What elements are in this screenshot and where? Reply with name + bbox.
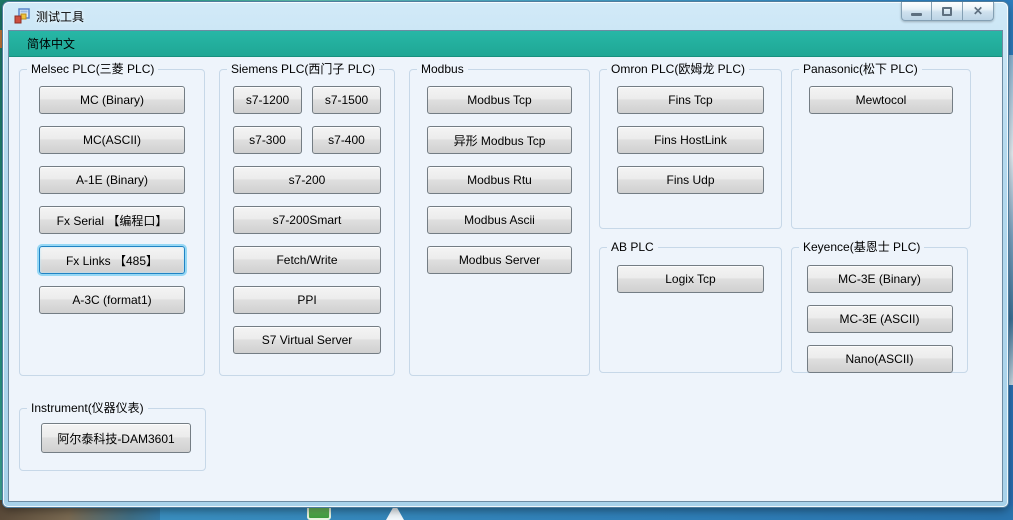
client-area: Melsec PLC(三菱 PLC) MC (Binary) MC(ASCII)… <box>9 57 1002 501</box>
group-panasonic-plc: Panasonic(松下 PLC) Mewtocol <box>791 62 971 229</box>
group-content: s7-1200 s7-1500 s7-300 s7-400 s7-200 s7-… <box>219 69 395 376</box>
group-content: 阿尔泰科技-DAM3601 <box>19 408 206 471</box>
button-modbus-rtu[interactable]: Modbus Rtu <box>427 166 572 194</box>
group-content: Modbus Tcp 异形 Modbus Tcp Modbus Rtu Modb… <box>409 69 590 376</box>
menu-bar: 简体中文 <box>9 31 1002 57</box>
group-title-panasonic: Panasonic(松下 PLC) <box>799 62 922 76</box>
button-fins-hostlink[interactable]: Fins HostLink <box>617 126 764 154</box>
caption-buttons: ✕ <box>901 2 994 21</box>
group-content: MC-3E (Binary) MC-3E (ASCII) Nano(ASCII) <box>791 247 968 373</box>
winform-app-icon <box>14 8 30 24</box>
window-body: 简体中文 Melsec PLC(三菱 PLC) MC (Binary) MC(A… <box>8 30 1003 502</box>
group-content: MC (Binary) MC(ASCII) A-1E (Binary) Fx S… <box>19 69 205 376</box>
button-fins-tcp[interactable]: Fins Tcp <box>617 86 764 114</box>
group-title-modbus: Modbus <box>417 62 468 76</box>
group-siemens-plc: Siemens PLC(西门子 PLC) s7-1200 s7-1500 s7-… <box>219 62 395 376</box>
group-title-siemens: Siemens PLC(西门子 PLC) <box>227 62 379 76</box>
group-ab-plc: AB PLC Logix Tcp <box>599 240 782 373</box>
button-a1e-binary[interactable]: A-1E (Binary) <box>39 166 185 194</box>
button-row: s7-300 s7-400 <box>233 126 381 154</box>
button-mc3e-binary[interactable]: MC-3E (Binary) <box>807 265 953 293</box>
button-fx-serial[interactable]: Fx Serial 【编程口】 <box>39 206 185 234</box>
button-nano-ascii[interactable]: Nano(ASCII) <box>807 345 953 373</box>
button-fx-links[interactable]: Fx Links 【485】 <box>39 246 185 274</box>
group-content: Mewtocol <box>791 69 971 229</box>
wallpaper-sea <box>160 506 1013 520</box>
group-modbus: Modbus Modbus Tcp 异形 Modbus Tcp Modbus R… <box>409 62 590 376</box>
group-content: Fins Tcp Fins HostLink Fins Udp <box>599 69 782 229</box>
button-s7-200[interactable]: s7-200 <box>233 166 381 194</box>
group-omron-plc: Omron PLC(欧姆龙 PLC) Fins Tcp Fins HostLin… <box>599 62 782 229</box>
window-title: 测试工具 <box>36 8 84 25</box>
group-content: Logix Tcp <box>599 247 782 373</box>
button-ppi[interactable]: PPI <box>233 286 381 314</box>
minimize-icon <box>911 13 922 16</box>
group-instrument: Instrument(仪器仪表) 阿尔泰科技-DAM3601 <box>19 401 206 471</box>
maximize-button[interactable] <box>932 2 963 21</box>
button-dam3601[interactable]: 阿尔泰科技-DAM3601 <box>41 423 191 453</box>
button-mewtocol[interactable]: Mewtocol <box>809 86 953 114</box>
button-s7-200smart[interactable]: s7-200Smart <box>233 206 381 234</box>
button-mc3e-ascii[interactable]: MC-3E (ASCII) <box>807 305 953 333</box>
titlebar[interactable]: 测试工具 ✕ <box>3 2 1008 30</box>
button-s7-300[interactable]: s7-300 <box>233 126 302 154</box>
button-fins-udp[interactable]: Fins Udp <box>617 166 764 194</box>
group-title-omron: Omron PLC(欧姆龙 PLC) <box>607 62 749 76</box>
app-window: 测试工具 ✕ 简体中文 Melsec PLC(三菱 PLC) MC (Binar… <box>3 2 1008 507</box>
group-title-abplc: AB PLC <box>607 240 658 254</box>
button-a3c-format1[interactable]: A-3C (format1) <box>39 286 185 314</box>
group-melsec-plc: Melsec PLC(三菱 PLC) MC (Binary) MC(ASCII)… <box>19 62 205 376</box>
close-icon: ✕ <box>973 5 983 17</box>
button-alien-modbus-tcp[interactable]: 异形 Modbus Tcp <box>427 126 572 154</box>
close-button[interactable]: ✕ <box>963 2 994 21</box>
button-mc-ascii[interactable]: MC(ASCII) <box>39 126 185 154</box>
button-fetch-write[interactable]: Fetch/Write <box>233 246 381 274</box>
button-modbus-tcp[interactable]: Modbus Tcp <box>427 86 572 114</box>
group-title-melsec: Melsec PLC(三菱 PLC) <box>27 62 158 76</box>
button-logix-tcp[interactable]: Logix Tcp <box>617 265 764 293</box>
button-modbus-ascii[interactable]: Modbus Ascii <box>427 206 572 234</box>
minimize-button[interactable] <box>901 2 932 21</box>
group-keyence-plc: Keyence(基恩士 PLC) MC-3E (Binary) MC-3E (A… <box>791 240 968 373</box>
maximize-icon <box>942 7 952 16</box>
button-s7-1200[interactable]: s7-1200 <box>233 86 302 114</box>
group-title-keyence: Keyence(基恩士 PLC) <box>799 240 924 254</box>
group-title-instrument: Instrument(仪器仪表) <box>27 401 148 415</box>
button-modbus-server[interactable]: Modbus Server <box>427 246 572 274</box>
button-s7-virtual-server[interactable]: S7 Virtual Server <box>233 326 381 354</box>
button-mc-binary[interactable]: MC (Binary) <box>39 86 185 114</box>
button-s7-400[interactable]: s7-400 <box>312 126 381 154</box>
button-row: s7-1200 s7-1500 <box>233 86 381 114</box>
button-s7-1500[interactable]: s7-1500 <box>312 86 381 114</box>
menu-item-language[interactable]: 简体中文 <box>21 32 81 55</box>
